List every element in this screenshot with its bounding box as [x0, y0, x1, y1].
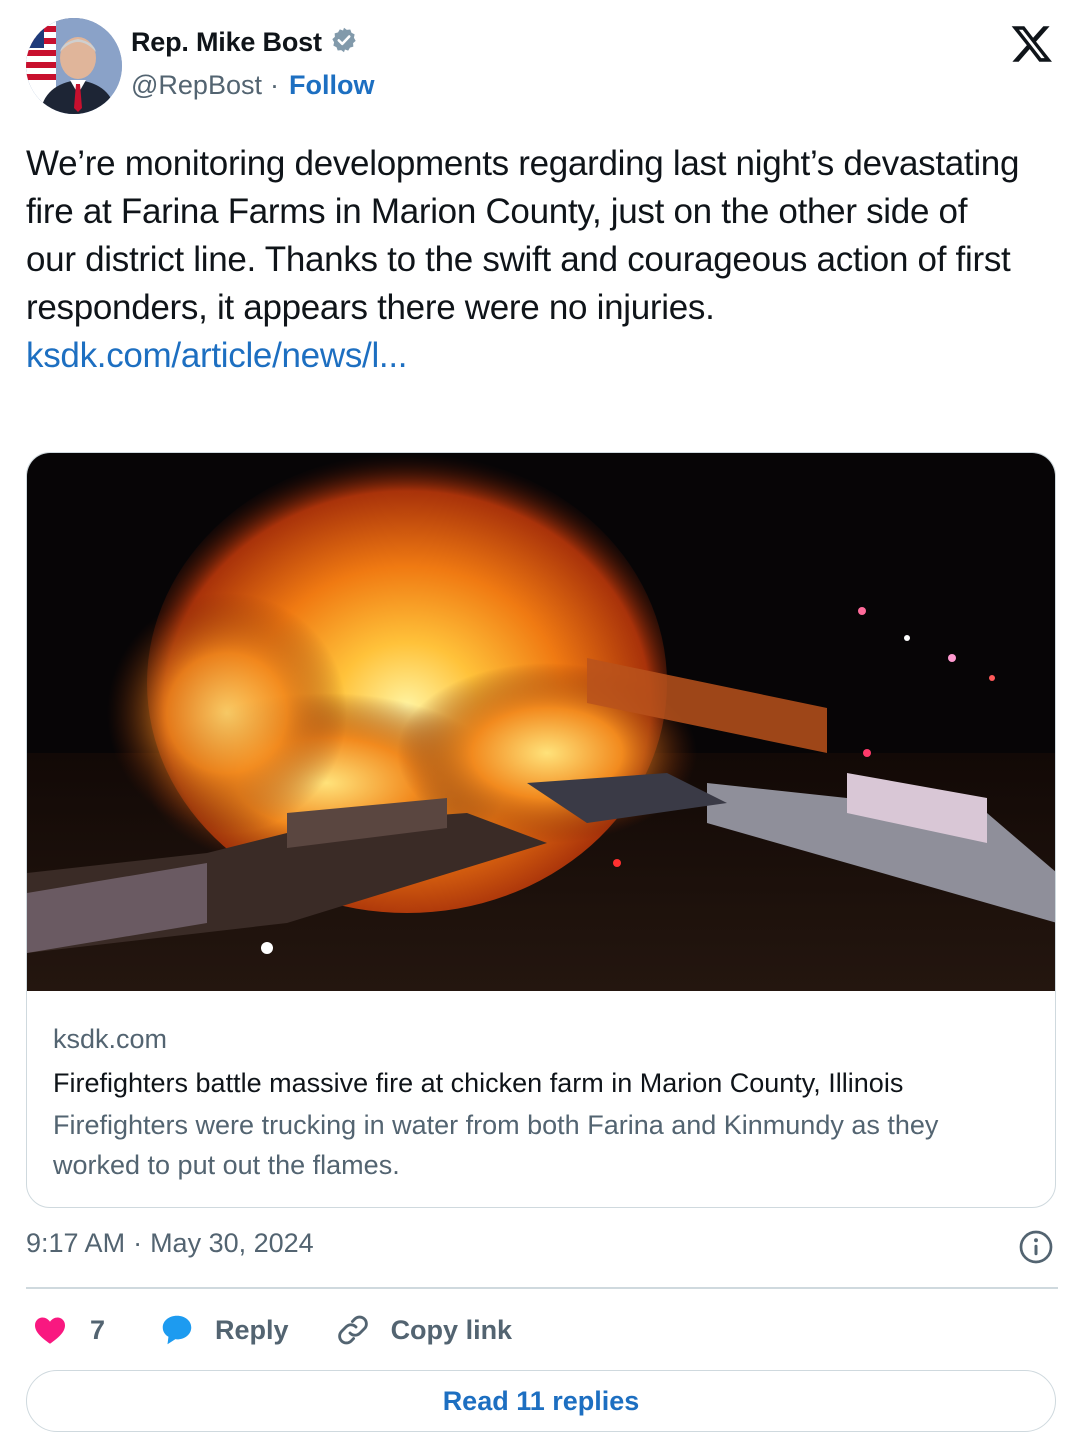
card-domain: ksdk.com — [53, 1024, 168, 1054]
tweet-timestamp[interactable]: 9:17 AM · May 30, 2024 — [26, 1228, 314, 1259]
read-replies-label: Read 11 replies — [442, 1385, 640, 1416]
copy-link-button[interactable]: Copy link — [335, 1312, 513, 1348]
copy-link-label: Copy link — [390, 1314, 513, 1345]
link-icon — [335, 1312, 371, 1348]
tweet-date: May 30, 2024 — [150, 1228, 314, 1258]
heart-icon — [32, 1312, 68, 1348]
tweet-time: 9:17 AM — [26, 1228, 126, 1258]
info-icon[interactable] — [1018, 1229, 1054, 1265]
reply-button[interactable]: Reply — [157, 1311, 289, 1349]
reply-bubble-icon — [157, 1311, 197, 1349]
like-count: 7 — [90, 1314, 106, 1345]
author-avatar[interactable] — [26, 18, 122, 114]
author-name[interactable]: Rep. Mike Bost — [131, 27, 322, 58]
divider — [26, 1287, 1058, 1289]
tweet-link[interactable]: ksdk.com/article/news/l... — [26, 332, 1026, 380]
reply-label: Reply — [215, 1314, 289, 1345]
x-logo-icon[interactable] — [1010, 22, 1054, 66]
tweet-actions: 7 Reply Copy link — [32, 1308, 512, 1352]
like-button[interactable]: 7 — [32, 1312, 105, 1348]
author-handle-row: @RepBost · Follow — [131, 70, 374, 101]
card-body: ksdk.com Firefighters battle massive fir… — [53, 1021, 1029, 1185]
tweet-body: We’re monitoring developments regarding … — [26, 144, 1020, 327]
verified-badge-icon — [330, 26, 358, 59]
fire-photo — [27, 453, 1055, 991]
separator-dot: · — [133, 1228, 143, 1258]
card-description: Firefighters were trucking in water from… — [53, 1110, 939, 1180]
follow-button[interactable]: Follow — [289, 70, 374, 101]
separator-dot: · — [269, 70, 279, 100]
author-name-row: Rep. Mike Bost — [131, 26, 358, 59]
author-handle[interactable]: @RepBost — [131, 70, 262, 101]
link-preview-card[interactable]: ksdk.com Firefighters battle massive fir… — [26, 452, 1056, 1208]
avatar-portrait — [26, 18, 122, 114]
read-replies-button[interactable]: Read 11 replies — [26, 1370, 1056, 1432]
card-title: Firefighters battle massive fire at chic… — [53, 1068, 904, 1098]
tweet-text: We’re monitoring developments regarding … — [26, 140, 1026, 380]
